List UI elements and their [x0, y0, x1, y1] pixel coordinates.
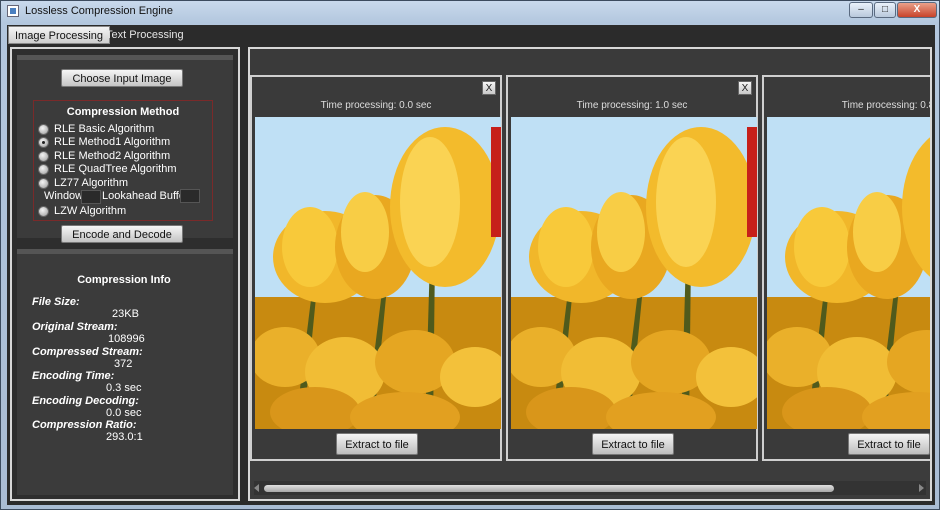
method-panel: Choose Input Image Compression Method RL…: [17, 55, 233, 243]
results-strip: X Time processing: 0.0 sec Extract to fi…: [250, 75, 930, 461]
maximize-button[interactable]: □: [874, 2, 896, 18]
radio-label: RLE Method2 Algorithm: [54, 150, 171, 162]
original-stream-label: Original Stream:: [32, 321, 118, 333]
radio-button-checked-icon[interactable]: [38, 137, 49, 148]
radio-label: RLE Basic Algorithm: [54, 123, 155, 135]
radio-label: RLE QuadTree Algorithm: [54, 163, 177, 175]
control-panel: Choose Input Image Compression Method RL…: [10, 47, 240, 501]
encoding-decoding-value: 0.0 sec: [106, 407, 142, 419]
file-size-label: File Size:: [32, 296, 80, 308]
compressed-stream-label: Compressed Stream:: [32, 346, 143, 358]
encoding-time-value: 0.3 sec: [106, 382, 142, 394]
radio-button-icon[interactable]: [38, 164, 49, 175]
compression-ratio-label: Compression Ratio:: [32, 419, 137, 431]
close-result-button[interactable]: X: [482, 81, 496, 95]
scroll-right-arrow-icon[interactable]: [919, 484, 924, 492]
close-result-button[interactable]: X: [738, 81, 752, 95]
result-card: X Time processing: 0.8: [762, 75, 930, 461]
result-card: X Time processing: 1.0 sec Extract to fi…: [506, 75, 758, 461]
compression-info-title: Compression Info: [77, 274, 171, 286]
window-label: Window: [44, 190, 84, 202]
encode-and-decode-button[interactable]: Encode and Decode: [61, 225, 183, 243]
compression-info-panel: Compression Info File Size: 23KB Origina…: [17, 249, 233, 495]
window-input[interactable]: [81, 190, 101, 204]
radio-button-icon[interactable]: [38, 151, 49, 162]
radio-label: RLE Method1 Algorithm: [54, 136, 171, 148]
client-area: Image Processing Text Processing Choose …: [7, 25, 935, 505]
results-header: [250, 49, 930, 75]
compressed-stream-value: 372: [114, 358, 133, 370]
results-panel: X Time processing: 0.0 sec Extract to fi…: [248, 47, 932, 501]
encoding-time-label: Encoding Time:: [32, 370, 115, 382]
extract-to-file-button[interactable]: Extract to file: [592, 433, 674, 455]
radio-label: LZW Algorithm: [54, 205, 127, 217]
radio-button-icon[interactable]: [38, 124, 49, 135]
compression-ratio-value: 293.0:1: [106, 431, 143, 443]
close-button[interactable]: X: [897, 2, 937, 18]
original-stream-value: 108996: [108, 333, 145, 345]
radio-button-icon[interactable]: [38, 178, 49, 189]
tab-text-processing[interactable]: Text Processing: [100, 26, 190, 44]
processing-time: Time processing: 0.8: [841, 100, 930, 111]
file-size-value: 23KB: [112, 308, 139, 320]
processing-time: Time processing: 0.0 sec: [320, 100, 432, 111]
title-bar[interactable]: Lossless Compression Engine – □ X: [1, 1, 939, 23]
window-title: Lossless Compression Engine: [25, 5, 173, 17]
encoding-decoding-label: Encoding Decoding:: [32, 395, 139, 407]
scroll-left-arrow-icon[interactable]: [254, 484, 259, 492]
compression-method-group: Compression Method RLE Basic Algorithm R…: [33, 100, 213, 221]
lookahead-buffer-input[interactable]: [180, 189, 200, 203]
minimize-button[interactable]: –: [849, 2, 873, 18]
tab-image-processing[interactable]: Image Processing: [8, 26, 111, 44]
result-image: [767, 117, 930, 429]
result-image: [511, 117, 757, 429]
radio-label: LZ77 Algorithm: [54, 177, 128, 189]
compression-method-title: Compression Method: [66, 106, 180, 118]
radio-button-icon[interactable]: [38, 206, 49, 217]
extract-to-file-button[interactable]: Extract to file: [336, 433, 418, 455]
extract-to-file-button[interactable]: Extract to file: [848, 433, 930, 455]
scrollbar-thumb[interactable]: [264, 485, 834, 492]
result-card: X Time processing: 0.0 sec Extract to fi…: [250, 75, 502, 461]
app-window: Lossless Compression Engine – □ X Image …: [0, 0, 940, 510]
tab-bar: Image Processing Text Processing: [7, 25, 935, 45]
lookahead-buffer-label: Lookahead Buffer: [102, 190, 189, 202]
processing-time: Time processing: 1.0 sec: [576, 100, 688, 111]
choose-input-image-button[interactable]: Choose Input Image: [61, 69, 183, 87]
result-image: [255, 117, 501, 429]
horizontal-scrollbar[interactable]: [254, 481, 926, 495]
app-icon: [7, 5, 19, 17]
